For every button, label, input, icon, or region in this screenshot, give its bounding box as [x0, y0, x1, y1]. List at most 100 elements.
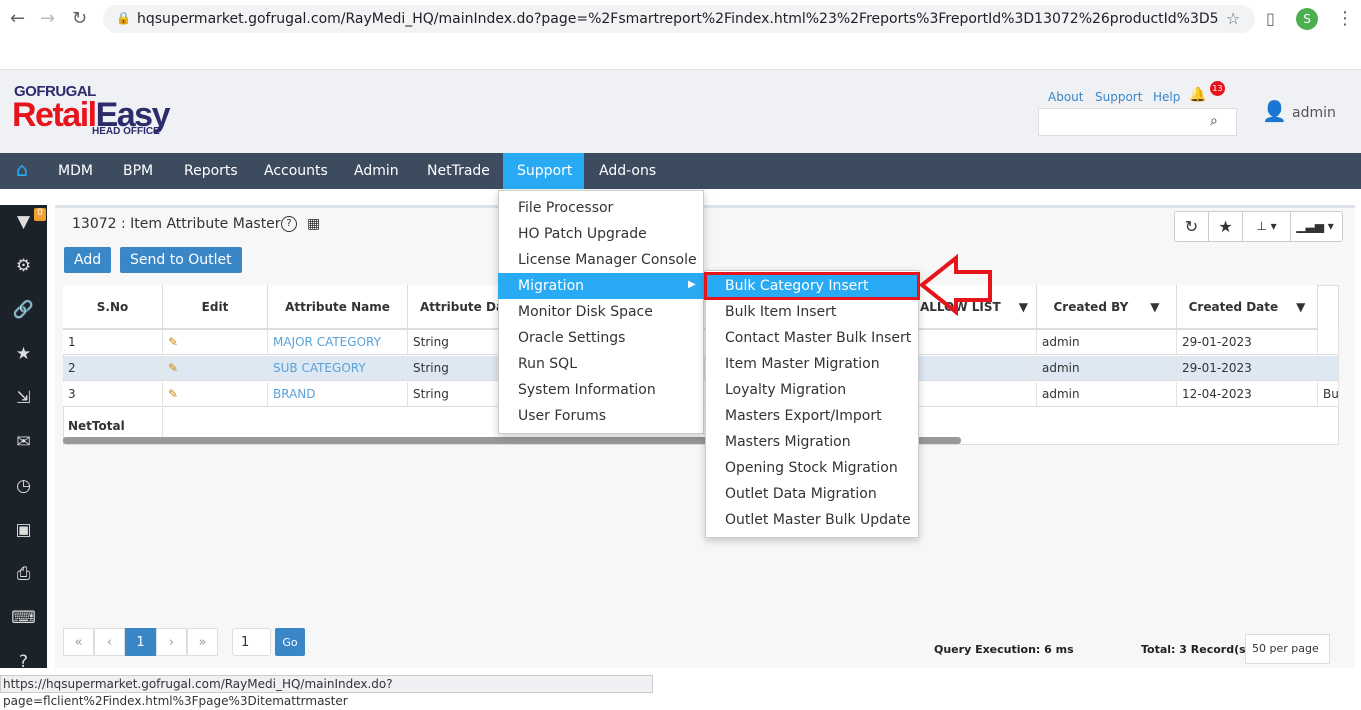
profile-avatar[interactable]: S [1296, 8, 1318, 30]
search-icon[interactable]: ⌕ [1210, 113, 1218, 129]
star-icon[interactable]: ★ [0, 344, 47, 364]
cell-sno: 3 [63, 382, 163, 407]
migration-menu-item[interactable]: Contact Master Bulk Insert [705, 325, 919, 351]
migration-menu-item[interactable]: Bulk Item Insert [705, 299, 919, 325]
hierarchy-dropdown[interactable]: ⊥ ▾ [1243, 212, 1291, 241]
page-number-input[interactable]: 1 [232, 628, 271, 656]
gear-icon[interactable]: ⚙ [0, 256, 47, 276]
nav-admin[interactable]: Admin [340, 153, 413, 189]
support-menu-item[interactable]: HO Patch Upgrade [498, 221, 704, 247]
cell-attribute-name[interactable]: BRAND [268, 382, 408, 407]
export-icon[interactable]: ⇲ [0, 388, 47, 408]
menu-icon[interactable]: ⋮ [1336, 8, 1354, 29]
col-attribute-name[interactable]: Attribute Name [268, 285, 408, 330]
edit-icon[interactable]: ✎ [163, 382, 268, 407]
migration-menu-item[interactable]: Bulk Category Insert [704, 272, 920, 300]
filter-badge: 0 [34, 208, 46, 221]
star-icon[interactable]: ☆ [1226, 9, 1240, 28]
cell-extra: Bul [1318, 382, 1339, 407]
support-link[interactable]: Support [1095, 90, 1142, 104]
sort-icon[interactable]: ▼ [1150, 300, 1159, 314]
mail-icon[interactable]: ✉ [0, 432, 47, 452]
print-icon[interactable]: ⎙ [0, 564, 47, 584]
notification-badge: 13 [1210, 81, 1225, 96]
support-menu-item[interactable]: License Manager Console [498, 247, 704, 273]
edit-icon[interactable]: ✎ [163, 356, 268, 381]
chart-icon[interactable]: ▣ [0, 520, 47, 540]
forward-icon[interactable]: → [40, 8, 55, 29]
address-bar[interactable]: hqsupermarket.gofrugal.com/RayMedi_HQ/ma… [103, 5, 1255, 33]
first-page-button[interactable]: « [63, 628, 94, 656]
sort-icon[interactable]: ▼ [1296, 300, 1305, 314]
support-menu-item[interactable]: Oracle Settings [498, 325, 704, 351]
per-page-select[interactable]: 50 per page [1245, 634, 1330, 664]
about-link[interactable]: About [1048, 90, 1083, 104]
next-page-button[interactable]: › [156, 628, 187, 656]
nav-addons[interactable]: Add-ons [585, 153, 670, 189]
col-edit[interactable]: Edit [163, 285, 268, 330]
support-menu-item[interactable]: User Forums [498, 403, 704, 429]
total-records: Total: 3 Record(s) [1141, 643, 1251, 656]
nav-support[interactable]: Support [503, 153, 584, 189]
keyboard-icon[interactable]: ⌨ [0, 608, 47, 628]
support-menu-item[interactable]: Monitor Disk Space [498, 299, 704, 325]
help-icon[interactable]: ? [281, 216, 297, 232]
bell-icon[interactable]: 🔔 [1189, 87, 1206, 103]
migration-menu-item[interactable]: Masters Export/Import [705, 403, 919, 429]
migration-menu-item[interactable]: Masters Migration [705, 429, 919, 455]
submenu-arrow-icon: ▶ [688, 279, 696, 290]
page-1-button[interactable]: 1 [125, 628, 156, 656]
send-to-outlet-button[interactable]: Send to Outlet [120, 247, 242, 273]
cell-created-date: 29-01-2023 [1177, 330, 1318, 355]
migration-menu-item[interactable]: Outlet Data Migration [705, 481, 919, 507]
migration-menu-item[interactable]: Opening Stock Migration [705, 455, 919, 481]
info-icon[interactable]: ▦ [307, 216, 320, 232]
reload-icon[interactable]: ↻ [72, 8, 87, 29]
support-menu-item[interactable]: File Processor [498, 195, 704, 221]
sidepanel-icon[interactable]: ▯ [1266, 9, 1275, 28]
username[interactable]: admin [1292, 105, 1336, 121]
add-button[interactable]: Add [64, 247, 112, 273]
nav-reports[interactable]: Reports [170, 153, 252, 189]
migration-menu-item[interactable]: Item Master Migration [705, 351, 919, 377]
clock-icon[interactable]: ◷ [0, 476, 47, 496]
cell-allow-list: s [900, 356, 1037, 381]
edit-icon[interactable]: ✎ [163, 330, 268, 355]
prev-page-button[interactable]: ‹ [94, 628, 125, 656]
support-menu-item[interactable]: Run SQL [498, 351, 704, 377]
help-link[interactable]: Help [1153, 90, 1180, 104]
help-icon[interactable]: ? [0, 652, 47, 672]
nav-nettrade[interactable]: NetTrade [413, 153, 504, 189]
cell-attribute-name[interactable]: SUB CATEGORY [268, 356, 408, 381]
migration-menu-item[interactable]: Outlet Master Bulk Update [705, 507, 919, 533]
search-input[interactable] [1038, 108, 1237, 136]
col-created-date-label: Created Date [1188, 299, 1279, 314]
cell-created-by: admin [1037, 382, 1177, 407]
cell-attribute-name[interactable]: MAJOR CATEGORY [268, 330, 408, 355]
nav-accounts[interactable]: Accounts [250, 153, 342, 189]
go-button[interactable]: Go [275, 628, 305, 656]
nav-bpm[interactable]: BPM [109, 153, 167, 189]
link-icon[interactable]: 🔗 [0, 300, 47, 320]
chart-dropdown[interactable]: ▁▃▅ ▾ [1291, 212, 1339, 241]
cell-extra [1318, 330, 1339, 355]
support-menu-item[interactable]: Migration [498, 273, 704, 299]
page-title: 13072 : Item Attribute Master [72, 216, 281, 232]
cell-allow-list: s [900, 330, 1037, 355]
last-page-button[interactable]: » [187, 628, 218, 656]
lock-icon: 🔒 [116, 11, 131, 25]
migration-menu-item[interactable]: Loyalty Migration [705, 377, 919, 403]
sort-icon[interactable]: ▼ [1019, 300, 1028, 314]
cell-created-date: 29-01-2023 [1177, 356, 1318, 381]
support-menu-item[interactable]: System Information [498, 377, 704, 403]
home-icon[interactable]: ⌂ [16, 159, 28, 181]
col-created-by[interactable]: Created BY ▼ [1037, 285, 1177, 330]
favorite-icon[interactable]: ★ [1209, 212, 1243, 241]
col-sno[interactable]: S.No [63, 285, 163, 330]
back-icon[interactable]: ← [10, 8, 25, 29]
refresh-icon[interactable]: ↻ [1175, 212, 1209, 241]
cell-created-date: 12-04-2023 [1177, 382, 1318, 407]
logo-retail: Retail [12, 96, 97, 134]
col-created-date[interactable]: Created Date ▼ [1177, 285, 1318, 330]
nav-mdm[interactable]: MDM [44, 153, 107, 189]
